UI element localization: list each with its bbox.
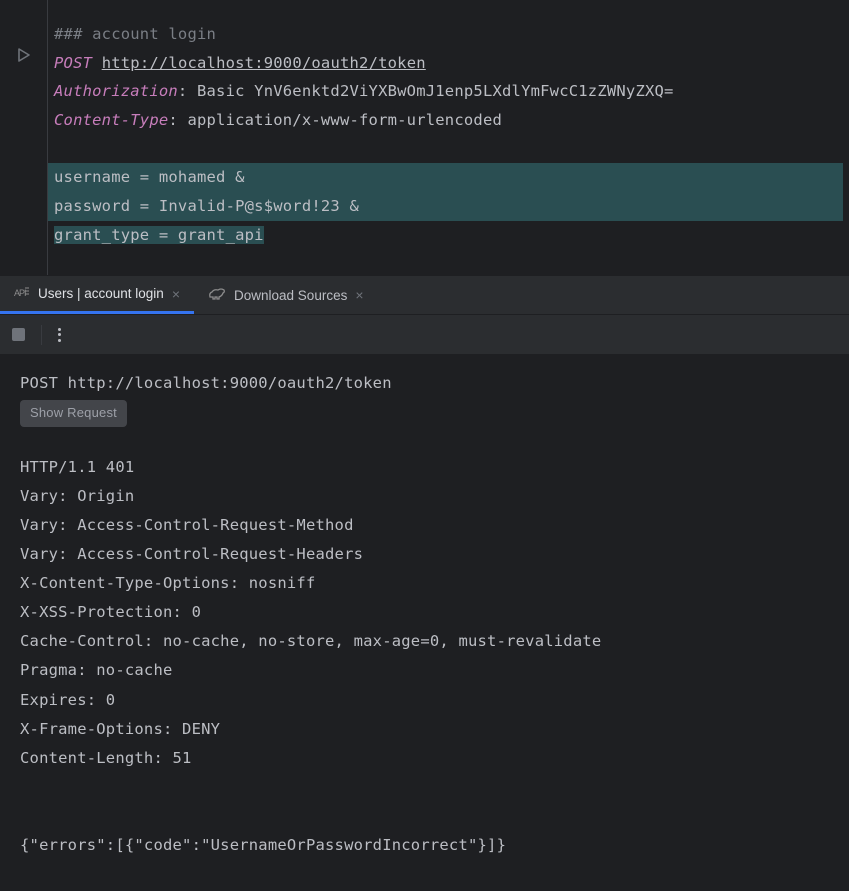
tab-label: Download Sources xyxy=(234,288,347,303)
show-request-button[interactable]: Show Request xyxy=(20,400,127,426)
request-url[interactable]: http://localhost:9000/oauth2/token xyxy=(102,54,426,72)
tab-download-sources[interactable]: Download Sources × xyxy=(194,276,378,314)
tab-label: Users | account login xyxy=(38,286,164,301)
request-editor-area: ### account login POST http://localhost:… xyxy=(0,0,849,275)
tab-users-account-login[interactable]: API Users | account login × xyxy=(0,276,194,314)
close-icon[interactable]: × xyxy=(172,286,180,302)
more-options-icon[interactable] xyxy=(58,328,61,342)
gradle-icon xyxy=(208,287,226,304)
editor-gutter xyxy=(0,0,48,275)
separator xyxy=(41,325,42,345)
api-icon: API xyxy=(14,286,30,302)
body-line-2: password = Invalid-P@s$word!23 & xyxy=(48,192,843,221)
header-authorization-value: : Basic YnV6enktd2ViYXBwOmJ1enp5LXdlYmFw… xyxy=(178,82,674,100)
body-line-1: username = mohamed & xyxy=(48,163,843,192)
response-headers-block: HTTP/1.1 401 Vary: Origin Vary: Access-C… xyxy=(20,453,829,861)
close-icon[interactable]: × xyxy=(355,287,363,303)
request-comment: ### account login xyxy=(54,25,216,43)
output-toolbar xyxy=(0,315,849,355)
response-request-line: POST http://localhost:9000/oauth2/token xyxy=(20,374,392,392)
svg-text:API: API xyxy=(14,288,26,298)
header-authorization-name: Authorization xyxy=(54,82,178,100)
output-tabs: API Users | account login × Download Sou… xyxy=(0,275,849,315)
header-content-type-name: Content-Type xyxy=(54,111,168,129)
request-code[interactable]: ### account login POST http://localhost:… xyxy=(48,0,849,275)
run-icon[interactable] xyxy=(17,48,31,66)
body-line-3: grant_type = grant_api xyxy=(54,226,264,244)
header-content-type-value: : application/x-www-form-urlencoded xyxy=(168,111,502,129)
http-method: POST xyxy=(54,54,92,72)
response-output[interactable]: POST http://localhost:9000/oauth2/token … xyxy=(0,355,849,874)
stop-button[interactable] xyxy=(12,328,25,341)
response-body: {"errors":[{"code":"UsernameOrPasswordIn… xyxy=(20,836,506,854)
